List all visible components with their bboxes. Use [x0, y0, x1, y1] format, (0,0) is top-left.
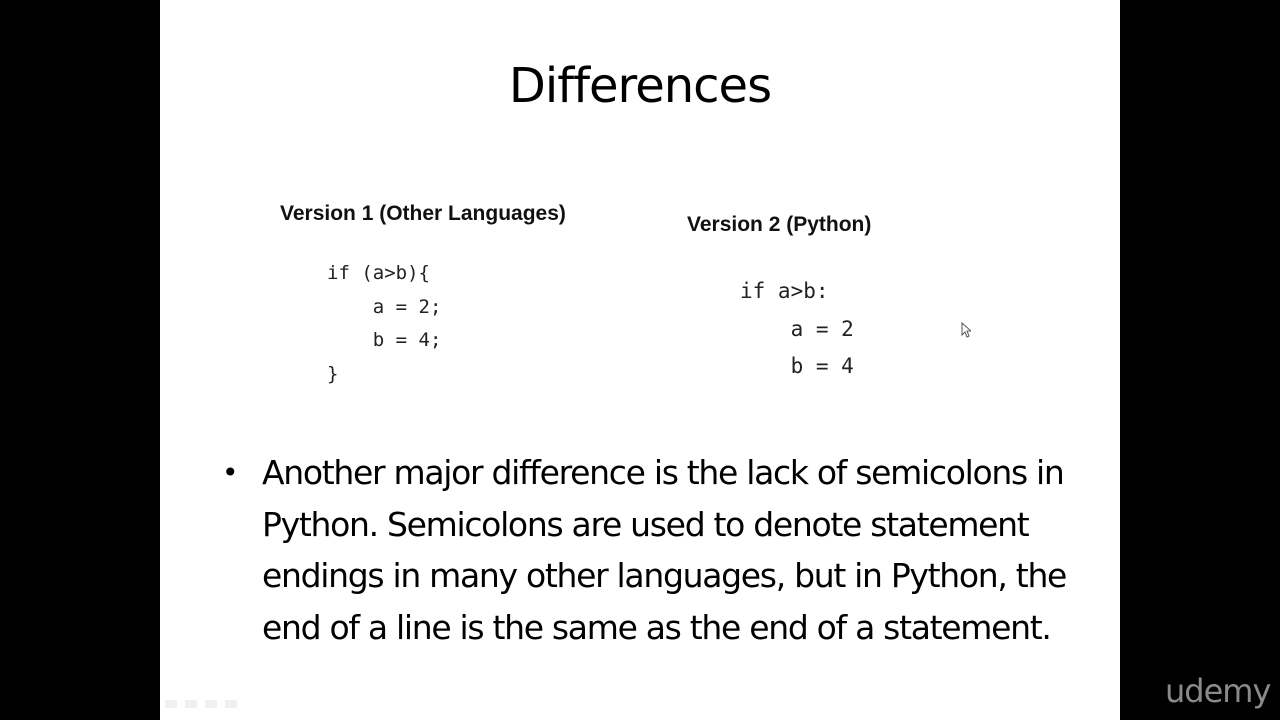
pen-icon[interactable]	[185, 700, 197, 708]
version2-heading: Version 2 (Python)	[687, 213, 872, 236]
bullet-point: • Another major difference is the lack o…	[222, 447, 1082, 653]
udemy-logo: udemy	[1165, 672, 1271, 710]
mouse-cursor-icon	[961, 322, 971, 338]
bullet-marker: •	[222, 456, 239, 489]
next-icon[interactable]	[225, 700, 237, 708]
slides-icon[interactable]	[205, 700, 217, 708]
bullet-text: Another major difference is the lack of …	[262, 453, 1067, 647]
version1-code: if (a>b){ a = 2; b = 4; }	[327, 262, 442, 385]
version1-heading: Version 1 (Other Languages)	[280, 202, 566, 225]
previous-icon[interactable]	[165, 700, 177, 708]
slideshow-toolbar	[165, 700, 237, 708]
slide-title: Differences	[508, 58, 772, 114]
presentation-slide: Differences Version 1 (Other Languages) …	[160, 0, 1120, 720]
version2-code: if a>b: a = 2 b = 4	[740, 279, 854, 378]
